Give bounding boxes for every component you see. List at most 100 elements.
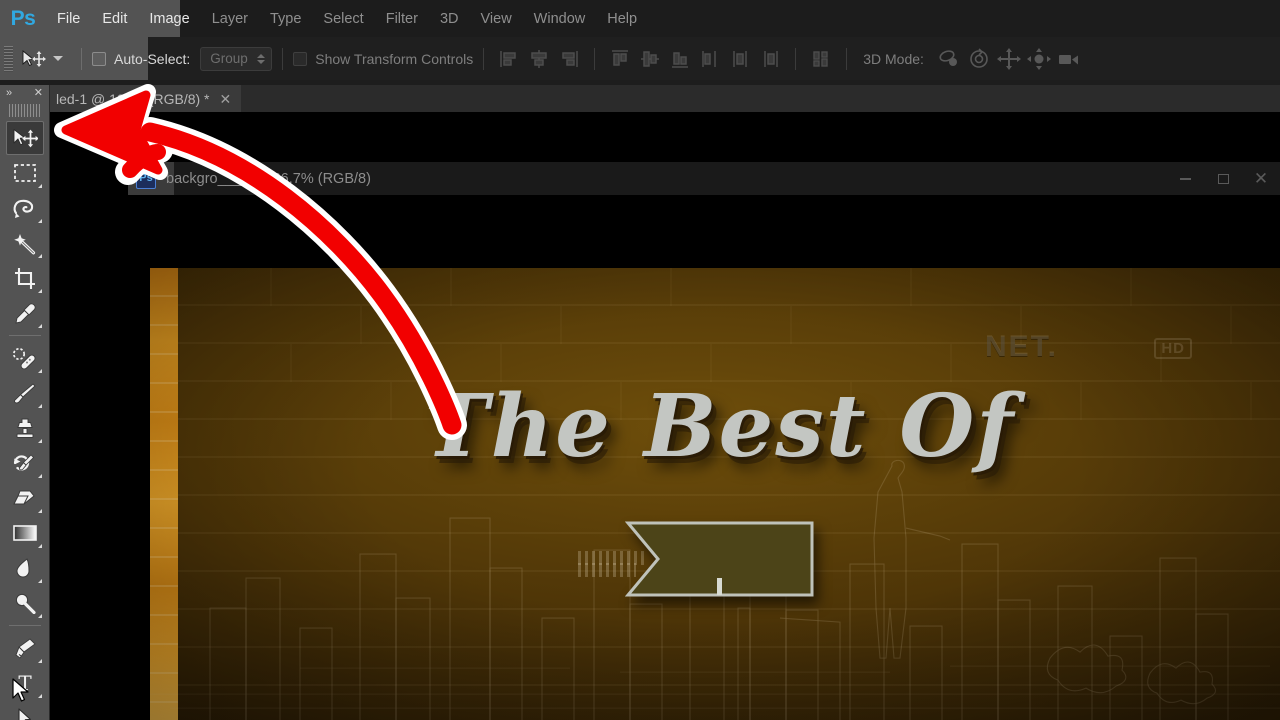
tool-flyout-indicator	[37, 614, 42, 618]
tool-lasso[interactable]	[6, 191, 44, 225]
options-bar-drag-handle[interactable]	[4, 45, 13, 72]
tool-rectangular-marquee[interactable]	[6, 156, 44, 190]
document-tab-close-icon[interactable]: ✕	[220, 92, 232, 106]
menu-bar: Ps File Edit Image Layer Type Select Fil…	[0, 0, 1280, 37]
show-transform-controls-label: Show Transform Controls	[315, 50, 474, 67]
window-controls: ✕	[1166, 162, 1280, 195]
move-tool-icon	[19, 46, 49, 72]
document-window-title: backgro____ @ 66.7% (RGB/8)	[166, 170, 371, 187]
collapse-panel-icon[interactable]: »	[6, 88, 12, 99]
options-separator-6	[846, 47, 848, 70]
align-horizontal-centers-icon[interactable]	[528, 48, 550, 70]
tool-eraser[interactable]	[6, 481, 44, 515]
tool-preset-chevron-down-icon[interactable]	[53, 56, 63, 61]
tool-dodge[interactable]	[6, 586, 44, 620]
align-right-edges-icon[interactable]	[558, 48, 580, 70]
align-top-edges-icon[interactable]	[609, 48, 631, 70]
minimize-button[interactable]	[1166, 162, 1204, 195]
tool-spot-healing-brush[interactable]	[6, 341, 44, 375]
menu-item-file[interactable]: File	[46, 0, 91, 37]
slide-3d-icon[interactable]	[1026, 47, 1052, 71]
ribbon-banner-shape	[625, 520, 815, 598]
tool-gradient[interactable]	[6, 516, 44, 550]
tools-divider	[8, 335, 41, 336]
menu-item-window[interactable]: Window	[523, 0, 597, 37]
brick-joints	[150, 268, 1280, 720]
tool-flyout-indicator	[37, 184, 42, 188]
tool-flyout-indicator	[37, 369, 42, 373]
menu-item-type[interactable]: Type	[259, 0, 312, 37]
auto-select-scope-value: Group	[210, 51, 248, 66]
roll-3d-icon[interactable]	[966, 47, 992, 71]
tool-blur[interactable]	[6, 551, 44, 585]
tool-crop[interactable]	[6, 261, 44, 295]
document-tab-untitled-1[interactable]: led-1 @ 100% (RGB/8) * ✕	[50, 85, 242, 112]
menu-item-help[interactable]: Help	[596, 0, 648, 37]
image-canvas[interactable]: NET. HD The Best Of	[150, 268, 1280, 720]
document-window-body[interactable]: NET. HD The Best Of	[128, 195, 1280, 720]
show-transform-controls-checkbox[interactable]	[293, 51, 308, 66]
tool-clone-stamp[interactable]	[6, 411, 44, 445]
floating-document-window: Ps backgro____ @ 66.7% (RGB/8) ✕ NET. HD…	[128, 162, 1280, 720]
menu-item-select[interactable]: Select	[312, 0, 374, 37]
tool-flyout-indicator	[37, 509, 42, 513]
distribute-horizontal-centers-icon[interactable]	[729, 48, 751, 70]
menu-item-edit[interactable]: Edit	[91, 0, 138, 37]
distribute-spacing-icon[interactable]	[810, 48, 832, 70]
tool-flyout-indicator	[37, 439, 42, 443]
close-icon: ✕	[1253, 169, 1269, 188]
tool-flyout-indicator	[37, 254, 42, 258]
photoshop-logo-icon: Ps	[10, 6, 36, 30]
orange-accent-strip	[150, 268, 178, 720]
auto-select-checkbox[interactable]	[92, 51, 106, 66]
chevron-updown-icon	[257, 53, 266, 64]
tools-panel: » ✕ T	[0, 85, 50, 720]
distribute-right-edges-icon[interactable]	[759, 48, 781, 70]
tools-divider-2	[8, 625, 41, 626]
tool-history-brush[interactable]	[6, 446, 44, 480]
tool-pen[interactable]	[6, 631, 44, 665]
distribute-left-edges-icon[interactable]	[699, 48, 721, 70]
close-button[interactable]: ✕	[1242, 162, 1280, 195]
options-separator-5	[795, 47, 797, 70]
close-panel-icon[interactable]: ✕	[34, 88, 43, 99]
document-tab-bar: led-1 @ 100% (RGB/8) * ✕	[50, 85, 1280, 112]
tool-path-selection[interactable]	[6, 701, 44, 720]
tool-flyout-indicator	[37, 219, 42, 223]
tool-brush[interactable]	[6, 376, 44, 410]
svg-text:T: T	[18, 672, 32, 694]
zoom-3d-camera-icon[interactable]	[1056, 47, 1082, 71]
orbit-3d-icon[interactable]	[936, 47, 962, 71]
tool-flyout-indicator	[37, 404, 42, 408]
auto-select-label: Auto-Select:	[114, 50, 191, 67]
minimize-icon	[1179, 177, 1191, 180]
tool-flyout-indicator	[37, 659, 42, 663]
tool-magic-wand[interactable]	[6, 226, 44, 260]
tool-flyout-indicator	[37, 474, 42, 478]
options-bar: Auto-Select: Group Show Transform Contro…	[0, 37, 1280, 80]
tool-flyout-indicator	[37, 579, 42, 583]
tool-flyout-indicator	[37, 289, 42, 293]
menu-item-view[interactable]: View	[470, 0, 523, 37]
menu-item-filter[interactable]: Filter	[375, 0, 429, 37]
align-bottom-edges-icon[interactable]	[669, 48, 691, 70]
tool-eyedropper[interactable]	[6, 296, 44, 330]
options-separator-3	[483, 47, 485, 70]
tool-horizontal-type[interactable]: T	[6, 666, 44, 700]
document-window-title-bar[interactable]: Ps backgro____ @ 66.7% (RGB/8) ✕	[128, 162, 1280, 195]
document-tab-label: led-1 @ 100% (RGB/8) *	[56, 90, 210, 107]
menu-item-image[interactable]: Image	[138, 0, 200, 37]
tools-list: T	[0, 121, 49, 720]
pan-3d-icon[interactable]	[996, 47, 1022, 71]
auto-select-scope-dropdown[interactable]: Group	[200, 46, 273, 71]
menu-item-3d[interactable]: 3D	[429, 0, 470, 37]
maximize-button[interactable]	[1204, 162, 1242, 195]
photoshop-window: Ps File Edit Image Layer Type Select Fil…	[0, 0, 1280, 720]
tool-move[interactable]	[5, 121, 44, 155]
options-separator-2	[282, 47, 284, 70]
tools-panel-drag-handle[interactable]	[9, 104, 40, 117]
align-left-edges-icon[interactable]	[498, 48, 520, 70]
menu-item-layer[interactable]: Layer	[201, 0, 259, 37]
tools-panel-header: » ✕	[0, 85, 49, 102]
align-vertical-centers-icon[interactable]	[639, 48, 661, 70]
